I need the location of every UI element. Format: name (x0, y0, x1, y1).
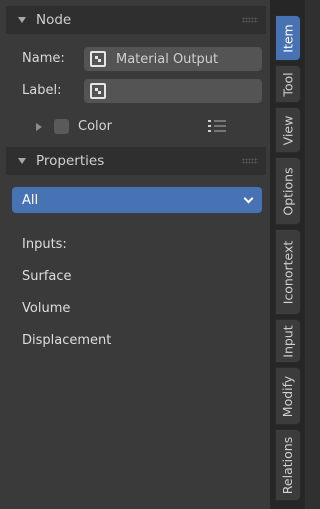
inputs-heading: Inputs: (22, 237, 67, 252)
tab-label: Item (280, 23, 296, 53)
tab-options[interactable]: Options (275, 157, 301, 225)
tab-view[interactable]: View (275, 107, 301, 153)
node-panel-title: Node (36, 12, 72, 28)
label-label: Label: (22, 83, 62, 98)
color-checkbox[interactable] (54, 119, 69, 134)
drag-grip-icon[interactable] (242, 158, 258, 164)
list-icon[interactable] (208, 120, 226, 134)
tab-item[interactable]: Item (275, 15, 301, 61)
disclosure-triangle-icon[interactable] (18, 158, 26, 164)
dropdown-value: All (22, 192, 39, 208)
tab-label: Relations (280, 436, 296, 494)
tab-iconortext[interactable]: Iconortext (275, 229, 301, 315)
properties-filter-dropdown[interactable]: All (12, 187, 262, 213)
tab-tool[interactable]: Tool (275, 65, 301, 103)
label-field[interactable] (84, 79, 262, 103)
color-label: Color (78, 119, 112, 134)
chevron-down-icon (243, 193, 254, 204)
tab-label: Iconortext (280, 240, 296, 304)
list-item: Surface (22, 269, 72, 284)
list-item: Volume (22, 301, 71, 316)
sidebar-panel: Node Name: Material Output Label: Color … (0, 0, 270, 509)
name-value: Material Output (116, 51, 219, 67)
node-panel-header[interactable]: Node (6, 6, 266, 34)
tab-label: View (280, 115, 296, 145)
tab-label: Options (280, 166, 296, 216)
properties-panel-title: Properties (36, 153, 105, 169)
sidebar-tabs: Item Tool View Options Iconortext Input … (270, 0, 305, 509)
tab-label: Modify (280, 375, 296, 417)
tab-relations[interactable]: Relations (275, 429, 301, 501)
drag-grip-icon[interactable] (242, 17, 258, 23)
tab-label: Tool (280, 71, 296, 97)
node-icon (90, 51, 106, 67)
disclosure-triangle-icon[interactable] (36, 122, 42, 131)
name-label: Name: (22, 51, 65, 66)
tab-modify[interactable]: Modify (275, 367, 301, 425)
list-item: Displacement (22, 333, 112, 348)
properties-panel-header[interactable]: Properties (6, 147, 266, 175)
node-icon (90, 83, 106, 99)
tab-label: Input (280, 324, 296, 358)
tab-input[interactable]: Input (275, 319, 301, 363)
name-field[interactable]: Material Output (84, 47, 262, 71)
color-subpanel-header[interactable]: Color (36, 119, 112, 134)
disclosure-triangle-icon[interactable] (18, 17, 26, 23)
